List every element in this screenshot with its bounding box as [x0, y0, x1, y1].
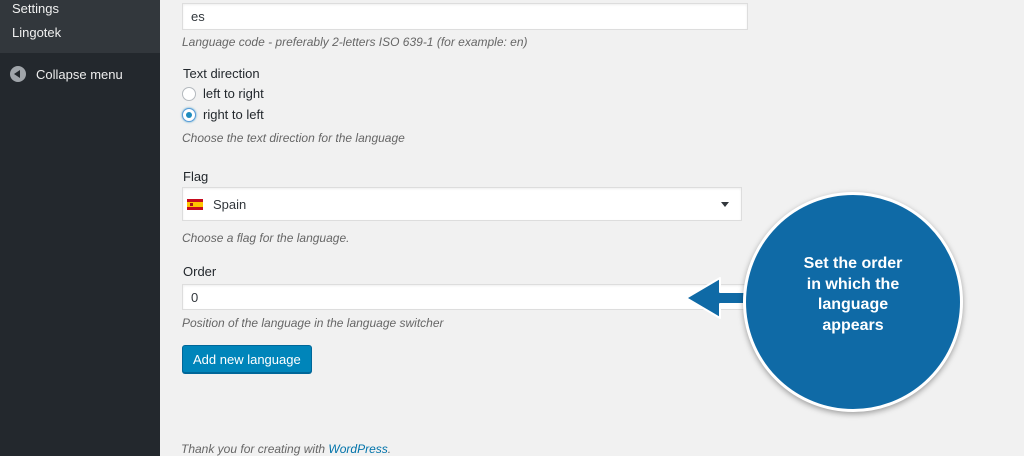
radio-ltr-label: left to right: [203, 86, 264, 101]
footer-end: .: [387, 442, 392, 456]
radio-rtl-label: right to left: [203, 107, 264, 122]
collapse-arrow-icon: [10, 66, 26, 82]
sidebar-item-settings[interactable]: Settings: [0, 0, 160, 22]
radio-right-to-left[interactable]: right to left: [182, 107, 264, 122]
flag-label: Flag: [183, 169, 209, 184]
radio-left-to-right[interactable]: left to right: [182, 86, 264, 101]
callout-line: appears: [822, 316, 884, 334]
spain-flag-icon: [187, 198, 203, 210]
sidebar-item-lingotek[interactable]: Lingotek: [0, 22, 160, 47]
order-input[interactable]: 0: [182, 284, 748, 310]
radio-rtl-control[interactable]: [182, 107, 196, 122]
add-new-language-button[interactable]: Add new language: [182, 345, 312, 373]
sidebar-submenu: Settings Lingotek: [0, 0, 160, 53]
collapse-menu-button[interactable]: Collapse menu: [0, 56, 160, 92]
callout-line: Set the order: [803, 255, 903, 272]
flag-select-value: Spain: [213, 196, 247, 212]
chevron-down-icon: [721, 202, 729, 207]
flag-description: Choose a flag for the language.: [182, 231, 350, 245]
collapse-menu-label: Collapse menu: [36, 66, 123, 82]
text-direction-label: Text direction: [183, 66, 260, 81]
callout-line: in which the: [806, 275, 900, 293]
callout-text: Set the order in which the language appe…: [788, 254, 918, 336]
footer-wordpress-link[interactable]: WordPress: [328, 442, 387, 456]
language-code-input[interactable]: es: [182, 3, 748, 30]
callout-line: language: [817, 296, 889, 313]
flag-select[interactable]: Spain: [182, 187, 742, 221]
order-label: Order: [183, 264, 217, 279]
order-description: Position of the language in the language…: [182, 316, 444, 330]
admin-sidebar: Settings Lingotek Collapse menu: [0, 0, 160, 456]
callout-bubble: Set the order in which the language appe…: [743, 192, 963, 412]
footer-text: Thank you for creating with WordPress.: [181, 442, 391, 456]
radio-ltr-control[interactable]: [182, 86, 196, 101]
footer-thanks: Thank you for creating with: [181, 442, 329, 456]
language-code-description: Language code - preferably 2-letters ISO…: [182, 35, 528, 49]
text-direction-description: Choose the text direction for the langua…: [182, 131, 405, 145]
